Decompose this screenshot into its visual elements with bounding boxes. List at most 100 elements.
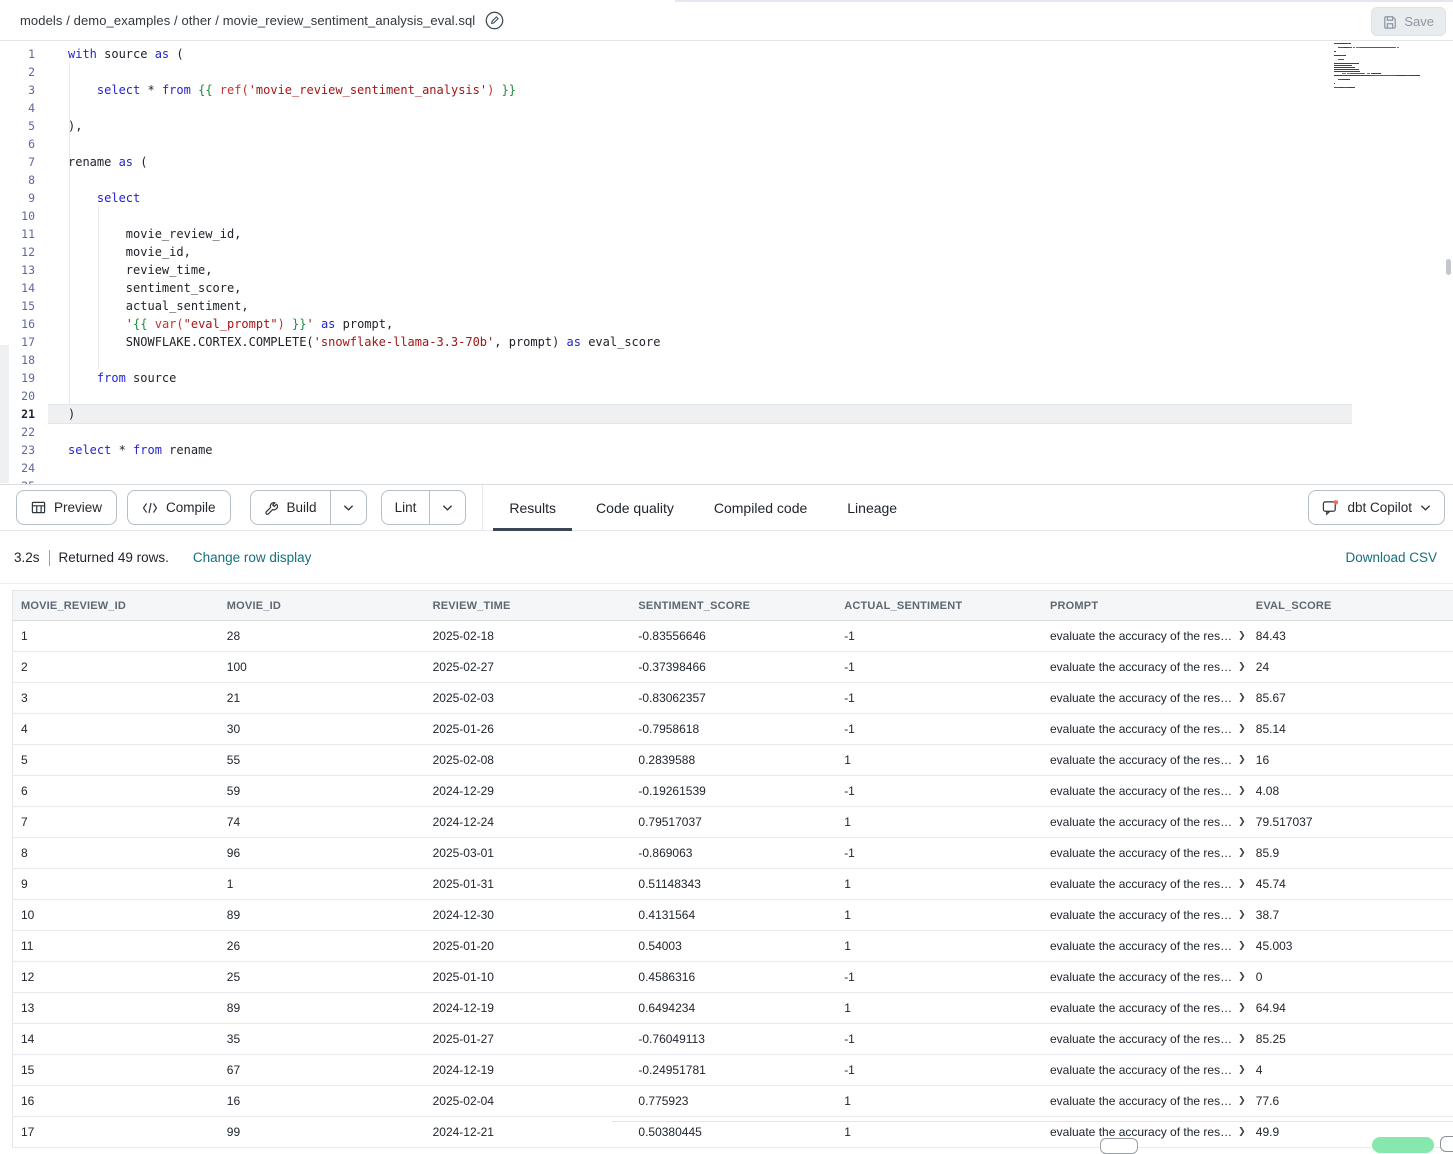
expand-prompt-icon[interactable]: ❯ <box>1238 848 1246 858</box>
table-cell: evaluate the accuracy of the res…❯ <box>1042 714 1248 744</box>
line-number: 10 <box>0 207 48 225</box>
table-cell: 85.25 <box>1248 1024 1453 1054</box>
expand-prompt-icon[interactable]: ❯ <box>1238 631 1246 641</box>
table-cell: 85.9 <box>1248 838 1453 868</box>
tab-code-quality[interactable]: Code quality <box>596 485 674 531</box>
code-line: sentiment_score, <box>48 279 1352 297</box>
table-cell: evaluate the accuracy of the res… ❯ <box>1042 900 1248 930</box>
table-cell: 2025-02-04 <box>425 1086 631 1116</box>
lint-dropdown-button[interactable] <box>429 491 465 524</box>
tab-lineage[interactable]: Lineage <box>847 485 897 531</box>
expand-prompt-icon[interactable]: ❯ <box>1238 879 1246 889</box>
minimap-line <box>1334 73 1430 74</box>
table-cell: 1 <box>836 745 1042 775</box>
expand-prompt-icon[interactable]: ❯ <box>1238 941 1246 951</box>
table-row: 3212025-02-03-0.83062357-1evaluate the a… <box>13 683 1453 714</box>
expand-prompt-icon[interactable]: ❯ <box>1238 786 1246 796</box>
line-number: 7 <box>0 153 48 171</box>
expand-prompt-icon[interactable]: ❯ <box>1238 662 1246 672</box>
table-cell: evaluate the accuracy of the res…❯ <box>1042 776 1248 806</box>
table-cell: 77.6 <box>1248 1086 1453 1116</box>
sql-editor[interactable]: 1234567891011121314151617181920212223242… <box>0 41 1453 484</box>
expand-prompt-icon[interactable]: ❯ <box>1238 693 1246 703</box>
preview-button[interactable]: Preview <box>16 490 117 525</box>
download-csv-link[interactable]: Download CSV <box>1345 550 1437 565</box>
dbt-copilot-button[interactable]: dbt Copilot <box>1308 490 1445 525</box>
table-cell: 16 <box>13 1086 219 1116</box>
table-cell: -1 <box>836 714 1042 744</box>
table-cell: 26 <box>219 931 425 961</box>
table-cell: 2025-02-08 <box>425 745 631 775</box>
code-line: select * from rename <box>48 441 1352 459</box>
compile-button[interactable]: Compile <box>127 490 231 525</box>
expand-prompt-icon[interactable]: ❯ <box>1238 972 1246 982</box>
table-cell: evaluate the accuracy of the res…❯ <box>1042 683 1248 713</box>
table-cell: 12 <box>13 962 219 992</box>
table-cell: 0.6494234 <box>630 993 836 1023</box>
table-cell: 0.51148343 <box>630 869 836 899</box>
lint-button[interactable]: Lint <box>382 491 430 524</box>
table-cell: evaluate the accuracy of the res… ❯ <box>1042 621 1248 651</box>
expand-prompt-icon[interactable]: ❯ <box>1238 1003 1246 1013</box>
table-cell: 6 <box>13 776 219 806</box>
table-cell: 2025-01-10 <box>425 962 631 992</box>
table-cell: 74 <box>219 807 425 837</box>
minimap-line <box>1334 61 1430 62</box>
bottom-partial-button[interactable] <box>1440 1136 1453 1152</box>
table-cell: 99 <box>219 1117 425 1147</box>
expand-prompt-icon[interactable]: ❯ <box>1238 1034 1246 1044</box>
table-cell: -1 <box>836 838 1042 868</box>
code-line <box>48 207 1352 225</box>
table-cell: evaluate the accuracy of the res…❯ <box>1042 1086 1248 1116</box>
breadcrumb[interactable]: models / demo_examples / other / movie_r… <box>20 13 475 28</box>
chevron-down-icon <box>1420 504 1431 512</box>
expand-prompt-icon[interactable]: ❯ <box>1238 817 1246 827</box>
expand-prompt-icon[interactable]: ❯ <box>1238 1127 1246 1137</box>
save-button[interactable]: Save <box>1371 7 1446 36</box>
code-line <box>48 459 1352 477</box>
expand-prompt-icon[interactable]: ❯ <box>1238 1065 1246 1075</box>
expand-prompt-icon[interactable]: ❯ <box>1238 910 1246 920</box>
table-cell: 2024-12-21 <box>425 1117 631 1147</box>
table-cell: 28 <box>219 621 425 651</box>
table-cell: -0.24951781 <box>630 1055 836 1085</box>
table-cell: -1 <box>836 683 1042 713</box>
table-cell: 2025-03-01 <box>425 838 631 868</box>
table-cell: evaluate the accuracy of the res…❯ <box>1042 993 1248 1023</box>
prompt-text: evaluate the accuracy of the res… <box>1050 753 1232 767</box>
prompt-text: evaluate the accuracy of the res… <box>1050 877 1232 891</box>
table-row: 21002025-02-27-0.37398466-1evaluate the … <box>13 652 1453 683</box>
editor-scrollbar-thumb[interactable] <box>1446 259 1451 275</box>
table-cell: evaluate the accuracy of the res…❯ <box>1042 931 1248 961</box>
prompt-text: evaluate the accuracy of the res… <box>1050 908 1232 922</box>
table-cell: evaluate the accuracy of the res…❯ <box>1042 838 1248 868</box>
edit-filename-icon[interactable] <box>485 11 504 30</box>
tab-results[interactable]: Results <box>509 485 556 531</box>
action-toolbar: Preview Compile Build Lint Results Code … <box>0 484 1453 531</box>
code-line: rename as ( <box>48 153 1352 171</box>
table-cell: 67 <box>219 1055 425 1085</box>
build-button[interactable]: Build <box>251 491 330 524</box>
change-row-display-link[interactable]: Change row display <box>193 550 312 565</box>
expand-prompt-icon[interactable]: ❯ <box>1238 755 1246 765</box>
build-button-label: Build <box>287 500 317 515</box>
table-cell: -1 <box>836 621 1042 651</box>
bottom-partial-green-pill[interactable] <box>1372 1137 1434 1153</box>
code-line: ) <box>48 405 1352 423</box>
table-cell: -0.869063 <box>630 838 836 868</box>
expand-prompt-icon[interactable]: ❯ <box>1238 1096 1246 1106</box>
bottom-partial-button[interactable] <box>1100 1138 1138 1154</box>
build-dropdown-button[interactable] <box>330 491 366 524</box>
toolbar-divider <box>482 485 483 530</box>
table-cell: 7 <box>13 807 219 837</box>
prompt-text: evaluate the accuracy of the res… <box>1050 629 1232 643</box>
table-cell: 89 <box>219 900 425 930</box>
expand-prompt-icon[interactable]: ❯ <box>1238 724 1246 734</box>
table-cell: evaluate the accuracy of the res…❯ <box>1042 807 1248 837</box>
line-number: 2 <box>0 63 48 81</box>
tab-compiled-code[interactable]: Compiled code <box>714 485 807 531</box>
minimap[interactable] <box>1334 43 1430 93</box>
column-header: SENTIMENT_SCORE <box>630 591 836 620</box>
code-line <box>48 351 1352 369</box>
code-line <box>48 477 1352 484</box>
